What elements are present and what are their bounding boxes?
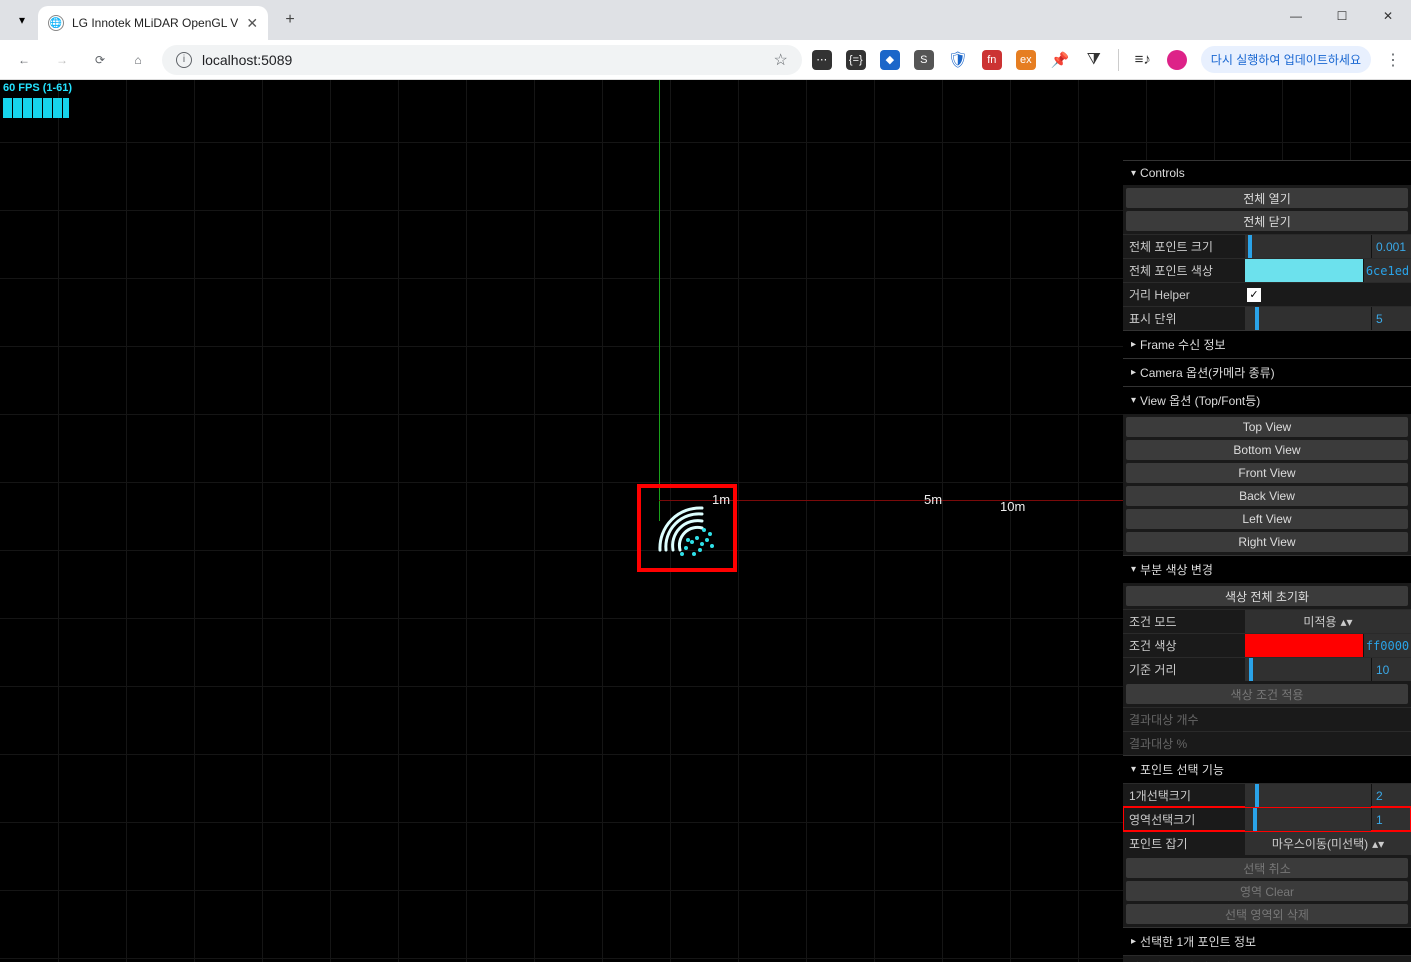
browser-tab[interactable]: 🌐 LG Innotek MLiDAR OpenGL V ✕ — [38, 6, 268, 40]
section-point-select[interactable]: ▾포인트 선택 기능 — [1123, 755, 1411, 783]
ext-icon[interactable]: {=} — [846, 50, 866, 70]
row-point-color: 전체 포인트 색상 6ce1ed — [1123, 258, 1411, 282]
lidar-viewport[interactable]: 1m 5m 10m 60 FPS (1-61) ▾Controls 전체 열기 … — [0, 80, 1411, 962]
ext-icon[interactable]: fn — [982, 50, 1002, 70]
site-info-icon[interactable]: i — [176, 52, 192, 68]
unit-value[interactable]: 5 — [1371, 307, 1411, 330]
close-all-button[interactable]: 전체 닫기 — [1126, 211, 1408, 231]
tab-title: LG Innotek MLiDAR OpenGL V — [72, 16, 238, 30]
cancel-selection-button[interactable]: 선택 취소 — [1126, 858, 1408, 878]
base-distance-value[interactable]: 10 — [1371, 658, 1411, 681]
fps-counter: 60 FPS (1-61) — [3, 82, 72, 94]
section-frame-info[interactable]: ▸Frame 수신 정보 — [1123, 330, 1411, 358]
reload-button[interactable]: ⟳ — [86, 46, 114, 74]
condition-mode-select[interactable]: 미적용▴▾ — [1245, 610, 1411, 633]
single-select-value[interactable]: 2 — [1371, 784, 1411, 807]
close-window-button[interactable]: ✕ — [1365, 0, 1411, 32]
point-color-swatch[interactable] — [1245, 259, 1363, 282]
new-tab-button[interactable]: + — [276, 6, 304, 34]
divider — [1118, 49, 1119, 71]
extensions-row: ⋯ {=} ◆ S 🛡 fn ex 📌 ⧩ ≡♪ 다시 실행하여 업데이트하세요… — [812, 46, 1401, 73]
ext-icon[interactable]: ⋯ — [812, 50, 832, 70]
row-base-distance: 기준 거리 10 — [1123, 657, 1411, 681]
area-select-slider[interactable] — [1245, 808, 1371, 831]
tabs-dropdown[interactable]: ▾ — [8, 6, 36, 34]
point-size-value[interactable]: 0.001 — [1371, 235, 1411, 258]
area-select-value[interactable]: 1 — [1371, 808, 1411, 831]
open-all-button[interactable]: 전체 열기 — [1126, 188, 1408, 208]
fps-bars — [3, 98, 69, 118]
point-grab-select[interactable]: 마우스이동(미선택)▴▾ — [1245, 832, 1411, 855]
ext-icon[interactable]: ex — [1016, 50, 1036, 70]
row-result-pct: 결과대상 % — [1123, 731, 1411, 755]
shield-icon[interactable]: 🛡 — [948, 50, 968, 70]
distance-label-10m: 10m — [1000, 499, 1025, 514]
unit-slider[interactable] — [1245, 307, 1371, 330]
pin-icon[interactable]: 📌 — [1050, 50, 1070, 70]
right-view-button[interactable]: Right View — [1126, 532, 1408, 552]
back-button[interactable]: ← — [10, 46, 38, 74]
axis-y — [659, 80, 660, 521]
bottom-view-button[interactable]: Bottom View — [1126, 440, 1408, 460]
update-button[interactable]: 다시 실행하여 업데이트하세요 — [1201, 46, 1371, 73]
front-view-button[interactable]: Front View — [1126, 463, 1408, 483]
area-clear-button[interactable]: 영역 Clear — [1126, 881, 1408, 901]
row-unit: 표시 단위 5 — [1123, 306, 1411, 330]
minimize-button[interactable]: — — [1273, 0, 1319, 32]
browser-toolbar: ← → ⟳ ⌂ i localhost:5089 ☆ ⋯ {=} ◆ S 🛡 f… — [0, 40, 1411, 80]
row-area-select-size: 영역선택크기 1 — [1123, 807, 1411, 831]
row-point-grab: 포인트 잡기 마우스이동(미선택)▴▾ — [1123, 831, 1411, 855]
apply-condition-button[interactable]: 색상 조건 적용 — [1126, 684, 1408, 704]
left-view-button[interactable]: Left View — [1126, 509, 1408, 529]
close-tab-icon[interactable]: ✕ — [246, 15, 258, 32]
reset-color-button[interactable]: 색상 전체 초기화 — [1126, 586, 1408, 606]
section-view-options[interactable]: ▾View 옵션 (Top/Font등) — [1123, 386, 1411, 414]
section-partial-color[interactable]: ▾부분 색상 변경 — [1123, 555, 1411, 583]
distance-helper-checkbox[interactable]: ✓ — [1247, 288, 1261, 302]
tab-strip: ▾ 🌐 LG Innotek MLiDAR OpenGL V ✕ + — [0, 0, 1411, 40]
row-last-two-distance: 마지막 2개 측정거리 — [1123, 955, 1411, 962]
row-single-select-size: 1개선택크기 2 — [1123, 783, 1411, 807]
row-distance-helper: 거리 Helper ✓ — [1123, 282, 1411, 306]
avatar[interactable] — [1167, 50, 1187, 70]
point-size-slider[interactable] — [1245, 235, 1371, 258]
row-result-count: 결과대상 개수 — [1123, 707, 1411, 731]
ext-icon[interactable]: S — [914, 50, 934, 70]
puzzle-icon[interactable]: ⧩ — [1084, 50, 1104, 70]
window-controls: — ☐ ✕ — [1273, 0, 1411, 40]
forward-button[interactable]: → — [48, 46, 76, 74]
distance-label-5m: 5m — [924, 492, 942, 507]
base-distance-slider[interactable] — [1245, 658, 1371, 681]
condition-color-hex[interactable]: ff0000 — [1363, 634, 1411, 657]
section-selected-point-info[interactable]: ▸선택한 1개 포인트 정보 — [1123, 927, 1411, 955]
lidar-point-cloud — [652, 500, 722, 562]
delete-outside-button[interactable]: 선택 영역외 삭제 — [1126, 904, 1408, 924]
back-view-button[interactable]: Back View — [1126, 486, 1408, 506]
ext-icon[interactable]: ◆ — [880, 50, 900, 70]
row-condition-mode: 조건 모드 미적용▴▾ — [1123, 609, 1411, 633]
address-bar[interactable]: i localhost:5089 ☆ — [162, 45, 802, 75]
music-icon[interactable]: ≡♪ — [1133, 50, 1153, 70]
single-select-slider[interactable] — [1245, 784, 1371, 807]
browser-menu-button[interactable]: ⋮ — [1385, 50, 1401, 70]
section-controls[interactable]: ▾Controls — [1123, 160, 1411, 185]
globe-icon: 🌐 — [48, 15, 64, 31]
condition-color-swatch[interactable] — [1245, 634, 1363, 657]
bookmark-star-icon[interactable]: ☆ — [773, 50, 787, 70]
row-condition-color: 조건 색상 ff0000 — [1123, 633, 1411, 657]
controls-panel: ▾Controls 전체 열기 전체 닫기 전체 포인트 크기 0.001 전체… — [1123, 160, 1411, 962]
top-view-button[interactable]: Top View — [1126, 417, 1408, 437]
url-text: localhost:5089 — [202, 52, 763, 68]
section-camera-options[interactable]: ▸Camera 옵션(카메라 종류) — [1123, 358, 1411, 386]
home-button[interactable]: ⌂ — [124, 46, 152, 74]
maximize-button[interactable]: ☐ — [1319, 0, 1365, 32]
point-color-hex[interactable]: 6ce1ed — [1363, 259, 1411, 282]
row-point-size: 전체 포인트 크기 0.001 — [1123, 234, 1411, 258]
